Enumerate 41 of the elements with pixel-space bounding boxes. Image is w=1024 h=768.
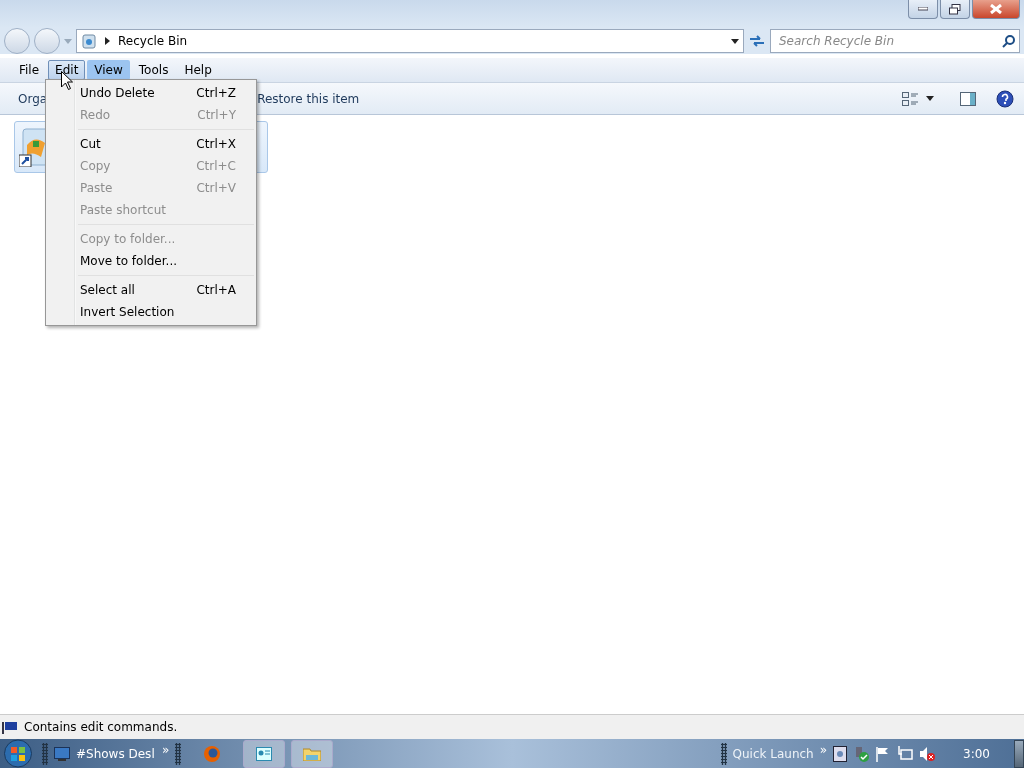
menu-entry[interactable]: Invert Selection: [46, 301, 256, 323]
view-dropdown-icon[interactable]: [926, 96, 934, 101]
folder-icon: [303, 746, 322, 761]
app-icon: [256, 746, 273, 761]
menu-entry[interactable]: Move to folder...: [46, 250, 256, 272]
address-dropdown-icon[interactable]: [731, 38, 739, 44]
menu-item[interactable]: View: [87, 60, 130, 80]
muted-speaker-icon[interactable]: [919, 745, 936, 762]
refresh-icon[interactable]: [748, 33, 766, 49]
taskbar-item[interactable]: #Shows Desl: [76, 746, 156, 761]
help-icon[interactable]: [996, 89, 1014, 108]
address-path: Recycle Bin: [118, 34, 188, 48]
close-icon: [990, 4, 1002, 14]
tray-security-icon[interactable]: [853, 745, 870, 762]
address-bar[interactable]: Recycle Bin: [76, 29, 744, 53]
menu-item[interactable]: Tools: [131, 60, 176, 80]
menu-item[interactable]: Help: [177, 60, 219, 80]
toolbar-button[interactable]: Restore this item: [257, 91, 360, 106]
recycle-bin-icon: [81, 33, 97, 49]
taskbar-button[interactable]: [243, 739, 286, 768]
breadcrumb-arrow-icon: [105, 37, 110, 45]
search-icon: [1002, 34, 1015, 48]
monitor-icon: [54, 746, 70, 761]
toolbar-chevron[interactable]: »: [162, 742, 170, 757]
restore-button[interactable]: [940, 0, 970, 19]
restore-icon: [949, 3, 961, 15]
clock[interactable]: 3:00: [963, 746, 990, 761]
status-text: Contains edit commands.: [24, 720, 178, 734]
network-icon[interactable]: [897, 745, 914, 762]
tray-document-icon[interactable]: [833, 745, 848, 762]
show-desktop-button[interactable]: [1014, 739, 1024, 768]
preview-pane-icon[interactable]: [960, 91, 976, 106]
menu-entry[interactable]: Undo Delete Ctrl+Z: [46, 82, 256, 104]
menu-entry[interactable]: Select all Ctrl+A: [46, 279, 256, 301]
menu-entry[interactable]: Cut Ctrl+X: [46, 133, 256, 155]
minimize-icon: [918, 7, 928, 11]
close-button[interactable]: [972, 0, 1020, 19]
view-options-icon[interactable]: [902, 91, 918, 106]
search-field[interactable]: Search Recycle Bin: [770, 29, 1020, 53]
menu-item[interactable]: File: [12, 60, 47, 80]
status-icon: [2, 720, 18, 734]
